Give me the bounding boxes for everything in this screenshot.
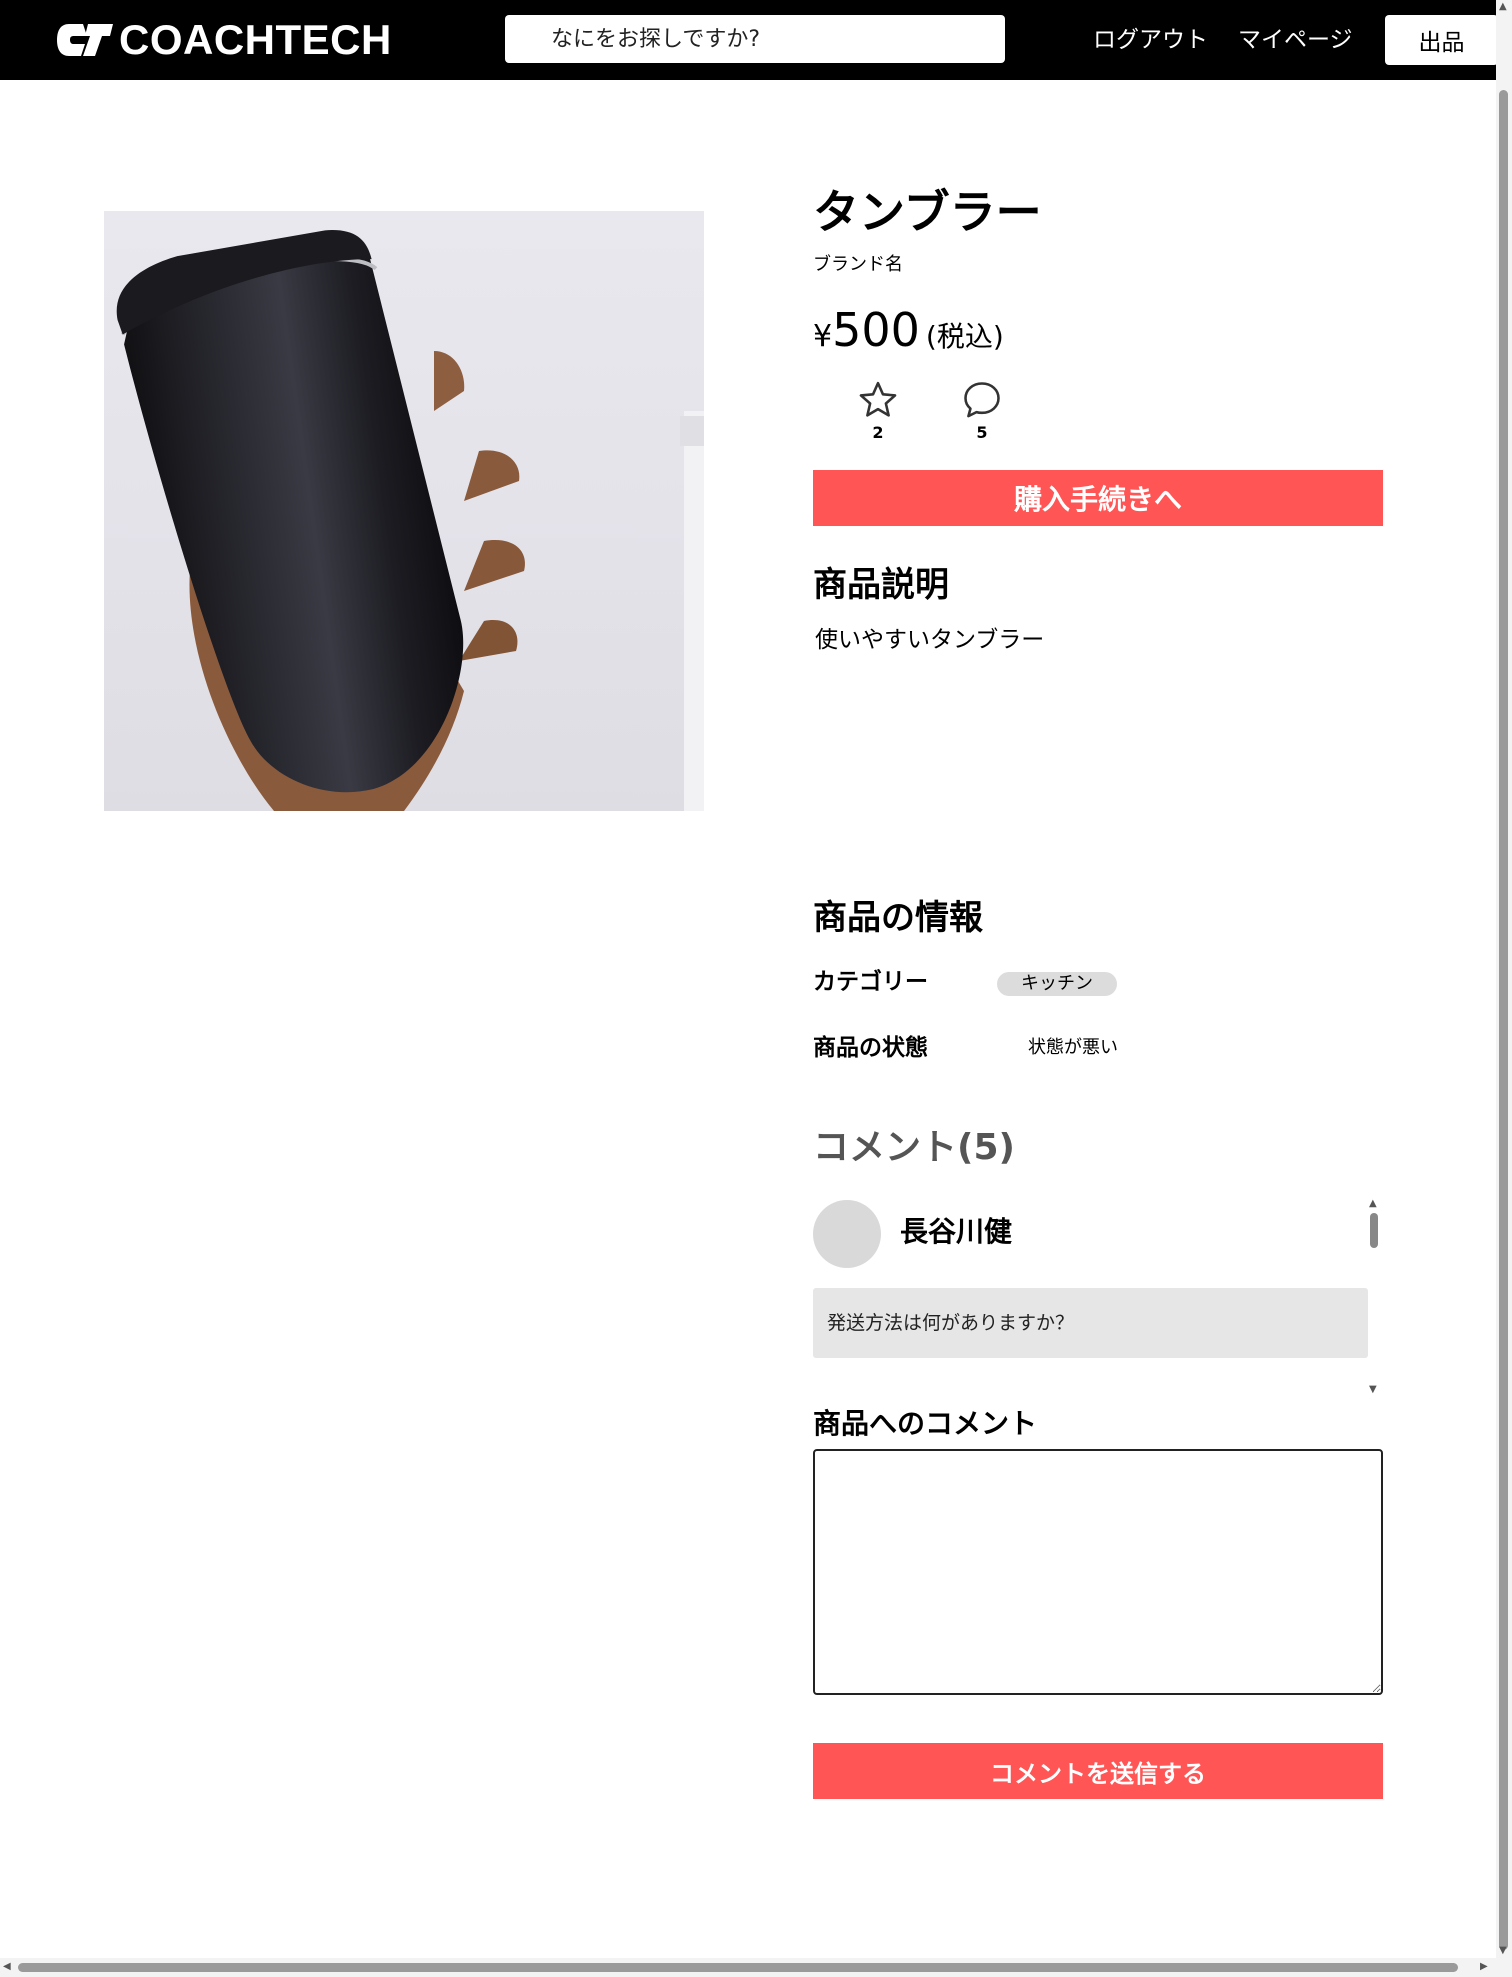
description-text: 使いやすいタンブラー (815, 627, 1045, 653)
comment-scroll-down-arrow-icon[interactable]: ▼ (1369, 1384, 1377, 1395)
condition-label: 商品の状態 (813, 1035, 928, 1061)
comment-list[interactable]: 長谷川健 発送方法は何がありますか？ (813, 1198, 1383, 1398)
star-icon[interactable] (856, 378, 900, 422)
comment-form-label: 商品へのコメント (813, 1407, 1038, 1440)
scroll-right-arrow-icon[interactable]: ▶ (1480, 1962, 1488, 1972)
product-info-heading: 商品の情報 (813, 898, 983, 938)
comment-stat: 5 (952, 378, 1012, 442)
site-header: COACHTECH ログアウト マイページ 出品 (0, 0, 1498, 80)
currency-symbol: ¥ (813, 319, 833, 354)
purchase-button[interactable]: 購入手続きへ (813, 470, 1383, 526)
logo-mark-icon (57, 24, 113, 56)
page-horizontal-scroll-thumb[interactable] (18, 1963, 1458, 1972)
comment-username: 長谷川健 (900, 1215, 1013, 1248)
avatar (813, 1200, 881, 1268)
coachtech-logo[interactable]: COACHTECH (55, 16, 392, 64)
like-stat[interactable]: 2 (848, 378, 908, 442)
page-vertical-scroll-thumb[interactable] (1499, 90, 1508, 1950)
condition-value: 状態が悪い (1028, 1037, 1118, 1058)
tumbler-photo (104, 211, 704, 811)
logo-text: COACHTECH (119, 16, 392, 63)
price-value: 500 (832, 303, 920, 357)
page-horizontal-scrollbar[interactable]: ◀ ▶ (0, 1958, 1496, 1977)
comments-heading: コメント(5) (813, 1127, 1015, 1168)
comment-text: 発送方法は何がありますか？ (813, 1288, 1368, 1358)
like-count: 2 (872, 423, 884, 442)
comment-scrollbar-thumb[interactable] (1370, 1213, 1378, 1248)
comment-count: 5 (976, 423, 988, 442)
mypage-link[interactable]: マイページ (1238, 22, 1353, 58)
product-title: タンブラー (813, 185, 1042, 239)
scroll-down-arrow-icon[interactable]: ▼ (1499, 1946, 1507, 1956)
brand-name: ブランド名 (813, 254, 903, 275)
comment-scroll-up-arrow-icon[interactable]: ▲ (1369, 1198, 1377, 1209)
logout-link[interactable]: ログアウト (1093, 22, 1208, 58)
tax-note: (税込) (925, 320, 1004, 353)
scroll-up-arrow-icon[interactable]: ▲ (1499, 2, 1507, 12)
price: ¥500 (税込) (813, 302, 1004, 369)
category-tag: キッチン (997, 972, 1117, 996)
send-comment-button[interactable]: コメントを送信する (813, 1743, 1383, 1799)
description-heading: 商品説明 (813, 565, 949, 605)
comment-textarea[interactable] (813, 1449, 1383, 1695)
search-input[interactable] (505, 15, 1005, 63)
page-vertical-scrollbar[interactable]: ▲ ▼ (1496, 0, 1512, 1977)
scroll-left-arrow-icon[interactable]: ◀ (3, 1962, 11, 1972)
sell-button[interactable]: 出品 (1385, 15, 1498, 65)
comment-bubble-icon (964, 382, 1000, 418)
category-label: カテゴリー (813, 969, 928, 995)
product-image (104, 211, 704, 811)
